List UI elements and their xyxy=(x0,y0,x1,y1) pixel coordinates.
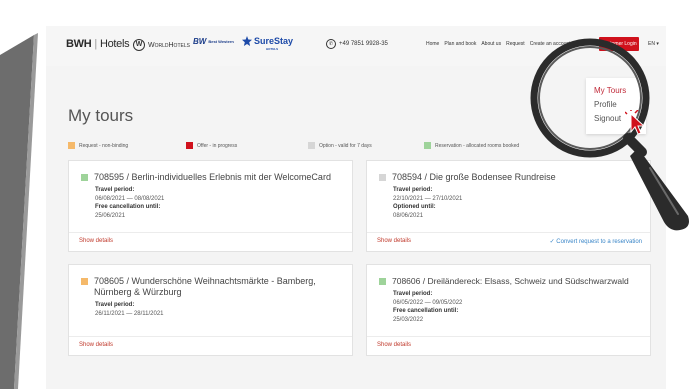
tour-card-footer: Show details xyxy=(69,232,352,251)
tour-details: Travel period: 06/08/2021 — 08/08/2021 F… xyxy=(95,187,165,219)
status-indicator xyxy=(81,174,88,181)
show-details-link[interactable]: Show details xyxy=(79,238,113,244)
page-title: My tours xyxy=(68,106,134,125)
tour-details: Travel period: 06/05/2022 — 09/05/2022 F… xyxy=(393,291,463,323)
tour-card: 708595 / Berlin-individuelles Erlebnis m… xyxy=(68,160,353,252)
menu-item-about-us[interactable]: About us xyxy=(481,41,501,47)
surestay-star-icon xyxy=(242,36,252,46)
show-details-link[interactable]: Show details xyxy=(79,342,113,348)
phone-contact[interactable]: ✆ +49 7851 9928-35 xyxy=(326,39,388,49)
tour-title[interactable]: 708595 / Berlin-individuelles Erlebnis m… xyxy=(81,172,331,183)
legend-item-request: Request - non-binding xyxy=(68,142,128,149)
tour-card-footer: Show details xyxy=(69,336,352,355)
legend-swatch xyxy=(186,142,193,149)
tour-card: 708605 / Wunderschöne Weihnachtsmärkte -… xyxy=(68,264,353,356)
legend-item-offer: Offer - in progress xyxy=(186,142,237,149)
bwh-hotels-logo[interactable]: BWH | Hotels xyxy=(66,38,130,50)
legend-swatch xyxy=(308,142,315,149)
menu-item-plan-and-book[interactable]: Plan and book xyxy=(444,41,476,47)
show-details-link[interactable]: Show details xyxy=(377,342,411,348)
legend-item-option: Option - valid for 7 days xyxy=(308,142,372,149)
mouse-pointer-icon xyxy=(625,110,646,135)
status-indicator xyxy=(379,174,386,181)
phone-icon: ✆ xyxy=(326,39,336,49)
best-western-logo[interactable]: BW Best Western xyxy=(193,37,234,46)
worldhotels-logo[interactable]: W WorldHotels xyxy=(133,39,190,51)
tour-details: Travel period: 22/10/2021 — 27/10/2021 O… xyxy=(393,187,463,219)
show-details-link[interactable]: Show details xyxy=(377,238,411,244)
surestay-logo[interactable]: SureStay HOTELS xyxy=(242,36,293,51)
status-indicator xyxy=(379,278,386,285)
menu-item-home[interactable]: Home xyxy=(426,41,439,47)
tour-details: Travel period: 26/11/2021 — 28/11/2021 xyxy=(95,302,164,317)
status-indicator xyxy=(81,278,88,285)
tour-title[interactable]: 708606 / Dreiländereck: Elsass, Schweiz … xyxy=(379,276,629,287)
legend-swatch xyxy=(68,142,75,149)
magnifying-glass-icon xyxy=(530,38,689,231)
tour-card-footer: Show details ✓ Convert request to a rese… xyxy=(367,232,650,251)
tour-title[interactable]: 708605 / Wunderschöne Weihnachtsmärkte -… xyxy=(81,276,336,298)
legend-swatch xyxy=(424,142,431,149)
convert-to-reservation-link[interactable]: ✓ Convert request to a reservation xyxy=(550,238,642,245)
worldhotels-w-icon: W xyxy=(133,39,145,51)
tour-card-footer: Show details xyxy=(367,336,650,355)
tour-card: 708606 / Dreiländereck: Elsass, Schweiz … xyxy=(366,264,651,356)
